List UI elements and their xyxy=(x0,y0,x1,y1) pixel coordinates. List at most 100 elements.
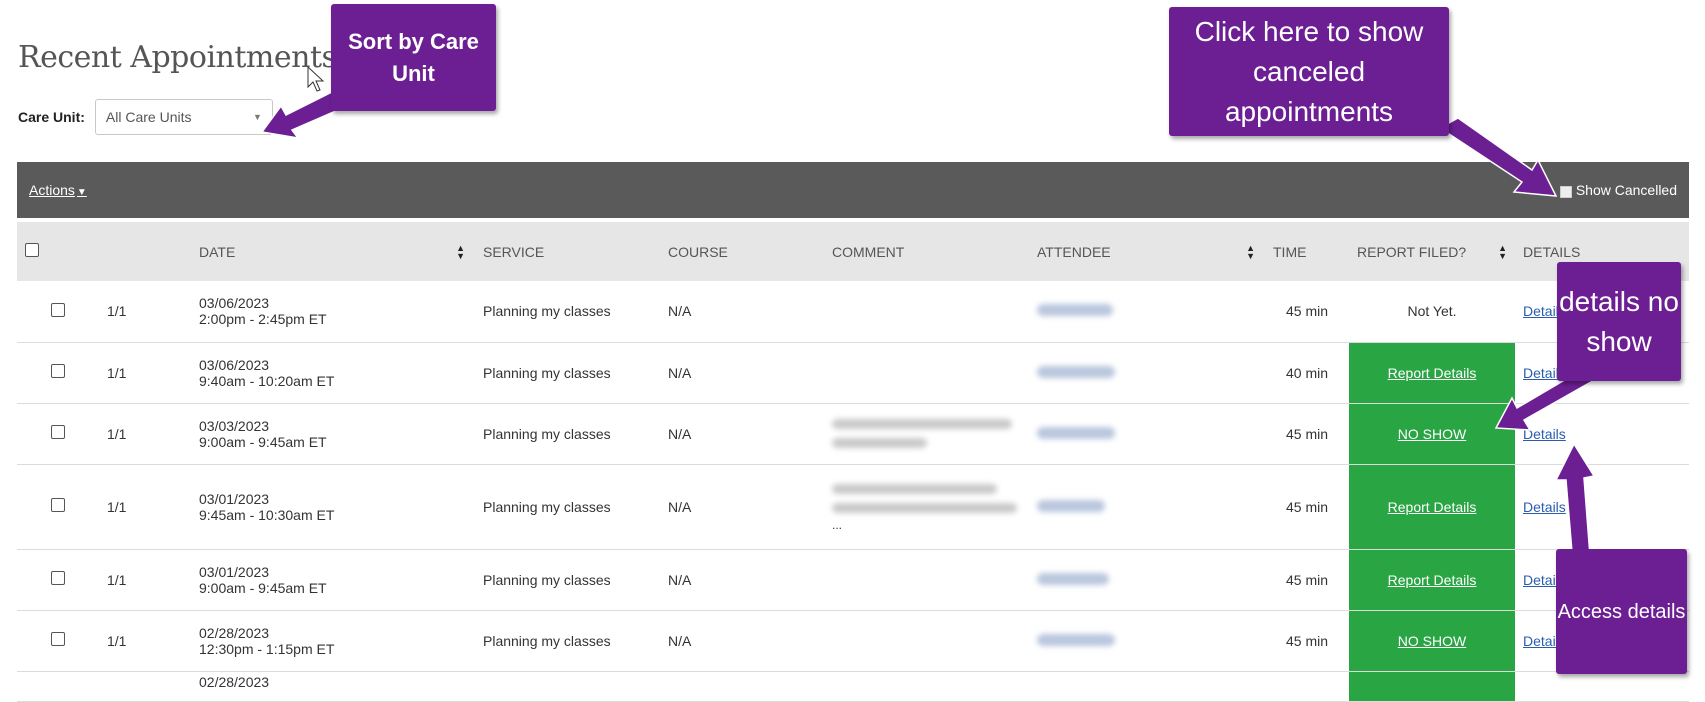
row-course: N/A xyxy=(660,403,824,465)
page-title: Recent Appointments xyxy=(18,40,337,75)
row-select-cell xyxy=(17,403,99,465)
row-datetime: 03/03/2023 9:00am - 9:45am ET xyxy=(191,403,475,465)
row-select-cell xyxy=(17,281,99,343)
attendee-link-redacted[interactable] xyxy=(1037,426,1115,439)
row-attendee xyxy=(1029,549,1265,611)
row-details-cell: Details xyxy=(1515,403,1689,465)
header-count xyxy=(99,222,191,281)
row-service xyxy=(475,671,660,702)
row-service: Planning my classes xyxy=(475,549,660,611)
row-datetime: 02/28/2023 xyxy=(191,671,475,702)
row-report-cell: Report Details xyxy=(1349,464,1515,550)
row-date: 03/01/2023 xyxy=(199,490,270,507)
header-attendee[interactable]: ATTENDEE ▲ ▼ xyxy=(1029,222,1265,281)
attendee-link-redacted[interactable] xyxy=(1037,365,1115,378)
chevron-down-icon: ▼ xyxy=(252,112,262,122)
row-checkbox[interactable] xyxy=(51,632,65,646)
row-time-range: 9:00am - 9:45am ET xyxy=(199,579,327,596)
row-time-range: 9:45am - 10:30am ET xyxy=(199,506,335,523)
row-report-cell: Report Details xyxy=(1349,549,1515,611)
row-service: Planning my classes xyxy=(475,464,660,550)
row-count: 1/1 xyxy=(99,403,191,465)
header-date[interactable]: DATE ▲ ▼ xyxy=(191,222,475,281)
row-course: N/A xyxy=(660,549,824,611)
row-duration: 45 min xyxy=(1265,464,1349,550)
sort-icon[interactable]: ▲ ▼ xyxy=(1498,243,1507,260)
select-all-cell xyxy=(17,222,99,281)
attendee-link-redacted[interactable] xyxy=(1037,633,1115,646)
row-count: 1/1 xyxy=(99,342,191,404)
sort-icon[interactable]: ▲ ▼ xyxy=(1246,243,1255,260)
caret-down-icon: ▼ xyxy=(76,187,87,198)
show-cancelled-checkbox[interactable] xyxy=(1559,186,1572,198)
row-comment: ... xyxy=(824,464,1029,550)
row-select-cell xyxy=(17,464,99,550)
table-row: 1/1 03/01/2023 9:00am - 9:45am ET Plannin… xyxy=(17,549,1689,611)
table-row: 1/1 03/03/2023 9:00am - 9:45am ET Plannin… xyxy=(17,403,1689,465)
header-time: TIME xyxy=(1265,222,1349,281)
row-checkbox[interactable] xyxy=(51,425,65,439)
table-row: 1/1 03/06/2023 2:00pm - 2:45pm ET Plannin… xyxy=(17,281,1689,343)
row-comment xyxy=(824,281,1029,343)
attendee-link-redacted[interactable] xyxy=(1037,572,1109,585)
row-checkbox[interactable] xyxy=(51,364,65,378)
row-date: 02/28/2023 xyxy=(199,624,270,641)
row-course: N/A xyxy=(660,342,824,404)
row-time-range: 9:00am - 9:45am ET xyxy=(199,433,327,450)
header-report-filed[interactable]: REPORT FILED? ▲ ▼ xyxy=(1349,222,1515,281)
select-all-checkbox[interactable] xyxy=(25,243,39,257)
report-details-button[interactable]: Report Details xyxy=(1388,365,1477,381)
row-date: 03/03/2023 xyxy=(199,417,270,434)
report-details-button[interactable]: Report Details xyxy=(1388,572,1477,588)
attendee-link-redacted[interactable] xyxy=(1037,304,1113,317)
row-duration: 45 min xyxy=(1265,403,1349,465)
row-count: 1/1 xyxy=(99,549,191,611)
callout-access-details: Access details xyxy=(1556,549,1687,674)
table-row: 02/28/2023 xyxy=(17,671,1689,702)
care-unit-label: Care Unit: xyxy=(18,109,85,125)
header-course: COURSE xyxy=(660,222,824,281)
no-show-button[interactable]: NO SHOW xyxy=(1398,633,1466,649)
care-unit-value: All Care Units xyxy=(105,109,192,125)
show-cancelled-toggle[interactable]: Show Cancelled xyxy=(1559,182,1677,198)
row-report-cell: NO SHOW xyxy=(1349,403,1515,465)
sort-icon[interactable]: ▲ ▼ xyxy=(456,243,465,260)
row-duration: 45 min xyxy=(1265,549,1349,611)
row-duration: 45 min xyxy=(1265,281,1349,343)
row-datetime: 02/28/2023 12:30pm - 1:15pm ET xyxy=(191,610,475,672)
row-report-status: Not Yet. xyxy=(1349,281,1515,343)
row-datetime: 03/01/2023 9:00am - 9:45am ET xyxy=(191,549,475,611)
row-attendee xyxy=(1029,671,1265,702)
attendee-link-redacted[interactable] xyxy=(1037,499,1105,512)
row-checkbox[interactable] xyxy=(51,302,65,317)
row-attendee xyxy=(1029,403,1265,465)
row-service: Planning my classes xyxy=(475,342,660,404)
callout-show-cancelled: Click here to show canceled appointments xyxy=(1169,7,1449,136)
row-select-cell xyxy=(17,549,99,611)
row-count: 1/1 xyxy=(99,610,191,672)
actions-menu-button[interactable]: Actions ▼ xyxy=(29,182,87,198)
care-unit-filter: Care Unit: All Care Units ▼ xyxy=(18,98,273,136)
details-link[interactable]: Details xyxy=(1523,499,1566,515)
row-comment xyxy=(824,342,1029,404)
report-details-button[interactable]: Report Details xyxy=(1388,499,1477,515)
row-date: 03/06/2023 xyxy=(199,295,270,312)
row-service: Planning my classes xyxy=(475,403,660,465)
comment-ellipsis: ... xyxy=(832,518,843,532)
row-duration: 40 min xyxy=(1265,342,1349,404)
row-checkbox[interactable] xyxy=(51,571,65,585)
row-course: N/A xyxy=(660,281,824,343)
table-header-row: DATE ▲ ▼ SERVICE COURSE COMMENT ATTENDEE ▲ ▼… xyxy=(17,222,1689,281)
row-report-cell xyxy=(1349,671,1515,702)
row-comment xyxy=(824,610,1029,672)
row-checkbox[interactable] xyxy=(51,498,65,512)
header-comment: COMMENT xyxy=(824,222,1029,281)
row-select-cell xyxy=(17,610,99,672)
row-datetime: 03/01/2023 9:45am - 10:30am ET xyxy=(191,464,475,550)
care-unit-select[interactable]: All Care Units ▼ xyxy=(94,99,273,135)
header-service: SERVICE xyxy=(475,222,660,281)
row-duration: 45 min xyxy=(1265,610,1349,672)
details-link[interactable]: Details xyxy=(1523,426,1566,442)
appointments-table: DATE ▲ ▼ SERVICE COURSE COMMENT ATTENDEE ▲ ▼… xyxy=(17,222,1689,702)
no-show-button[interactable]: NO SHOW xyxy=(1398,426,1466,442)
